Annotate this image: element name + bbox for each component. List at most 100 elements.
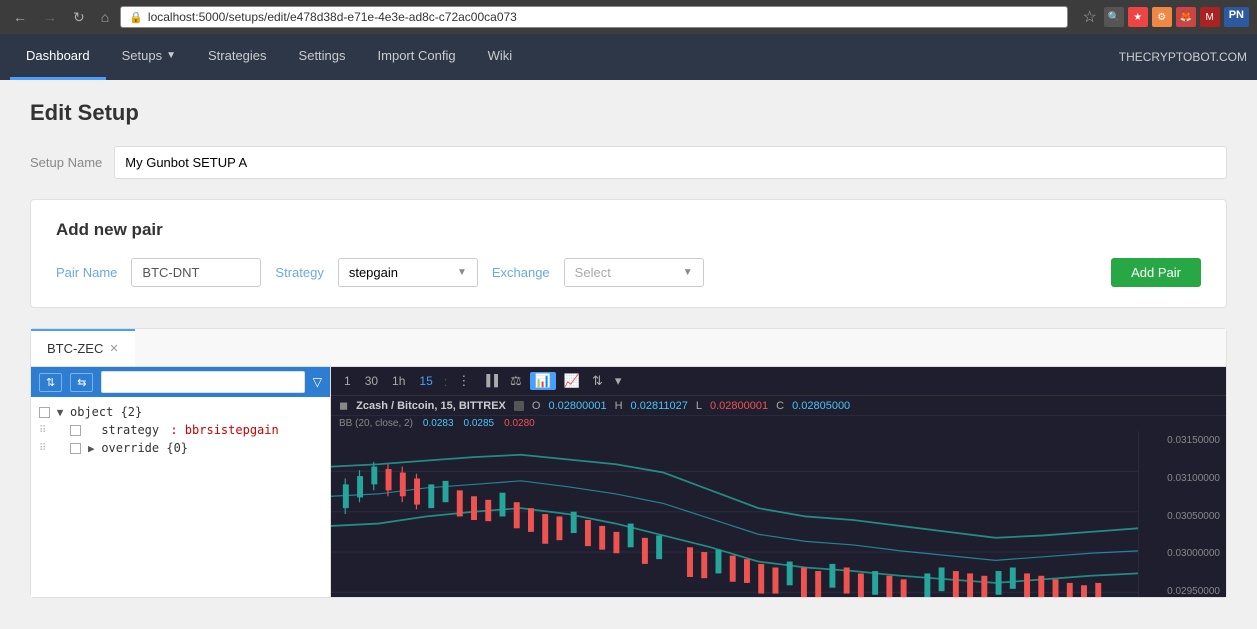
tree-row: ▼ object {2} bbox=[35, 403, 326, 421]
chart-btn-1h[interactable]: 1h bbox=[387, 372, 410, 390]
price-level-2: 0.03100000 bbox=[1145, 473, 1220, 484]
nav-import-config[interactable]: Import Config bbox=[362, 34, 472, 80]
bookmark-icon[interactable]: ☆ bbox=[1080, 7, 1100, 27]
address-bar: 🔒 localhost:5000/setups/edit/e478d38d-e7… bbox=[120, 6, 1068, 28]
strategy-select[interactable]: stepgain ▼ bbox=[338, 258, 478, 287]
price-level-5: 0.02950000 bbox=[1145, 586, 1220, 597]
tree-checkbox-2[interactable] bbox=[70, 425, 81, 436]
pair-name-input[interactable] bbox=[131, 258, 261, 287]
ohlc-h-val: 0.02811027 bbox=[631, 400, 688, 412]
nav-dashboard[interactable]: Dashboard bbox=[10, 34, 106, 80]
chart-drawing-icon[interactable]: ⇅ bbox=[588, 371, 607, 391]
browser-actions: ☆ 🔍 ★ ⚙ 🦊 M PN bbox=[1080, 7, 1249, 27]
ohlc-c-label: C bbox=[776, 400, 784, 412]
add-pair-title: Add new pair bbox=[56, 220, 1201, 240]
add-pair-button[interactable]: Add Pair bbox=[1111, 258, 1201, 287]
extension-icon-1[interactable]: 🔍 bbox=[1104, 7, 1124, 27]
chart-btn-1[interactable]: 1 bbox=[339, 372, 356, 390]
chart-icon: ◼ bbox=[339, 399, 348, 412]
tree-toolbar: ⇅ ⇆ ▽ bbox=[31, 367, 330, 397]
setup-name-label: Setup Name bbox=[30, 155, 102, 170]
chart-line-icon[interactable]: 📈 bbox=[560, 371, 584, 391]
extension-icon-4[interactable]: 🦊 bbox=[1176, 7, 1196, 27]
strategy-value: stepgain bbox=[349, 265, 398, 280]
ohlc-l-val: 0.02800001 bbox=[710, 400, 768, 412]
tree-key-3: override {0} bbox=[101, 441, 188, 455]
tree-checkbox-1[interactable] bbox=[39, 407, 50, 418]
ohlc-c-val: 0.02805000 bbox=[792, 400, 850, 412]
tree-row: ⠿ strategy : bbrsistepgain bbox=[35, 421, 326, 439]
tab-close-icon[interactable]: ✕ bbox=[109, 342, 118, 355]
extension-icon-5[interactable]: M bbox=[1200, 7, 1220, 27]
chart-info-bar: ◼ Zcash / Bitcoin, 15, BITTREX O 0.02800… bbox=[331, 396, 1226, 416]
nav-wiki[interactable]: Wiki bbox=[472, 34, 529, 80]
drag-handle-3[interactable]: ⠿ bbox=[39, 443, 46, 454]
refresh-button[interactable]: ↻ bbox=[68, 7, 90, 28]
chart-more-btn[interactable]: ⋮ bbox=[453, 371, 474, 391]
exchange-dropdown-arrow: ▼ bbox=[683, 267, 693, 278]
chart-scale-icon[interactable]: ⚖ bbox=[506, 371, 526, 391]
chart-toolbar: 1 30 1h 15 : ⋮ ▐▐ ⚖ 📊 📈 ⇅ ▾ bbox=[331, 367, 1226, 396]
tree-content: ▼ object {2} ⠿ strategy : bbrsistepgain bbox=[31, 397, 330, 463]
page-title: Edit Setup bbox=[30, 100, 1227, 126]
tree-expand-btn[interactable]: ⇆ bbox=[70, 373, 93, 392]
pair-form: Pair Name Strategy stepgain ▼ Exchange S… bbox=[56, 258, 1201, 287]
exchange-select[interactable]: Select ▼ bbox=[564, 258, 704, 287]
bb-val3: 0.0280 bbox=[504, 418, 535, 429]
chart-separator: : bbox=[444, 374, 448, 389]
chart-btn-30[interactable]: 30 bbox=[360, 372, 383, 390]
bb-label: BB (20, close, 2) bbox=[339, 418, 413, 429]
chart-btn-15[interactable]: 15 bbox=[414, 372, 437, 390]
tab-header: BTC-ZEC ✕ bbox=[31, 329, 1226, 367]
nav-setups[interactable]: Setups ▼ bbox=[106, 34, 192, 80]
bb-info-bar: BB (20, close, 2) 0.0283 0.0285 0.0280 bbox=[331, 416, 1226, 431]
add-pair-card: Add new pair Pair Name Strategy stepgain… bbox=[30, 199, 1227, 308]
ohlc-l-label: L bbox=[696, 400, 702, 412]
ohlc-o-val: 0.02800001 bbox=[548, 400, 606, 412]
chart-more2-btn[interactable]: ▾ bbox=[611, 371, 626, 391]
ohlc-h-label: H bbox=[615, 400, 623, 412]
chart-svg: Vol (20) 143 bbox=[331, 431, 1138, 597]
tab-label: BTC-ZEC bbox=[47, 341, 103, 356]
bb-val2: 0.0285 bbox=[464, 418, 495, 429]
tabs-area: BTC-ZEC ✕ ⇅ ⇆ ▽ ▼ object {2} bbox=[30, 328, 1227, 598]
setup-name-input[interactable] bbox=[114, 146, 1227, 179]
extension-icon-2[interactable]: ★ bbox=[1128, 7, 1148, 27]
tree-panel: ⇅ ⇆ ▽ ▼ object {2} ⠿ bbox=[31, 367, 331, 597]
pn-badge: PN bbox=[1224, 7, 1249, 27]
chart-candle-icon[interactable]: ▐▐ bbox=[478, 373, 502, 389]
tree-filter-icon[interactable]: ▽ bbox=[313, 375, 322, 389]
tab-btc-zec[interactable]: BTC-ZEC ✕ bbox=[31, 329, 135, 366]
nav-strategies[interactable]: Strategies bbox=[192, 34, 283, 80]
chart-info-icon bbox=[514, 401, 524, 411]
tree-expand-1[interactable]: ▼ bbox=[54, 406, 66, 419]
chart-bar-icon[interactable]: 📊 bbox=[530, 372, 556, 390]
strategy-label: Strategy bbox=[275, 265, 323, 280]
ohlc-o-label: O bbox=[532, 400, 541, 412]
tree-collapse-btn[interactable]: ⇅ bbox=[39, 373, 62, 392]
tree-search-input[interactable] bbox=[101, 371, 304, 393]
navbar-brand: THECRYPTOBOT.COM bbox=[1119, 34, 1247, 80]
exchange-placeholder: Select bbox=[575, 265, 611, 280]
bb-val1: 0.0283 bbox=[423, 418, 454, 429]
tree-expand-3[interactable]: ▶ bbox=[85, 442, 97, 455]
tree-checkbox-3[interactable] bbox=[70, 443, 81, 454]
drag-handle-2[interactable]: ⠿ bbox=[39, 425, 46, 436]
price-level-3: 0.03050000 bbox=[1145, 511, 1220, 522]
tree-key-1: object {2} bbox=[70, 405, 142, 419]
extension-icon-3[interactable]: ⚙ bbox=[1152, 7, 1172, 27]
tree-value-2: : bbrsistepgain bbox=[163, 423, 279, 437]
setups-dropdown-arrow: ▼ bbox=[166, 50, 176, 61]
home-button[interactable]: ⌂ bbox=[96, 7, 114, 27]
pair-name-label: Pair Name bbox=[56, 265, 117, 280]
browser-chrome: ← → ↻ ⌂ 🔒 localhost:5000/setups/edit/e47… bbox=[0, 0, 1257, 34]
price-level-4: 0.03000000 bbox=[1145, 548, 1220, 559]
url-text: localhost:5000/setups/edit/e478d38d-e71e… bbox=[148, 10, 517, 24]
forward-button[interactable]: → bbox=[38, 7, 62, 27]
strategy-dropdown-arrow: ▼ bbox=[457, 267, 467, 278]
nav-settings[interactable]: Settings bbox=[283, 34, 362, 80]
content-split: ⇅ ⇆ ▽ ▼ object {2} ⠿ bbox=[31, 367, 1226, 597]
main-content: Edit Setup Setup Name Add new pair Pair … bbox=[0, 80, 1257, 618]
chart-panel: 1 30 1h 15 : ⋮ ▐▐ ⚖ 📊 📈 ⇅ ▾ ◼ Zcash / Bi bbox=[331, 367, 1226, 597]
back-button[interactable]: ← bbox=[8, 7, 32, 27]
